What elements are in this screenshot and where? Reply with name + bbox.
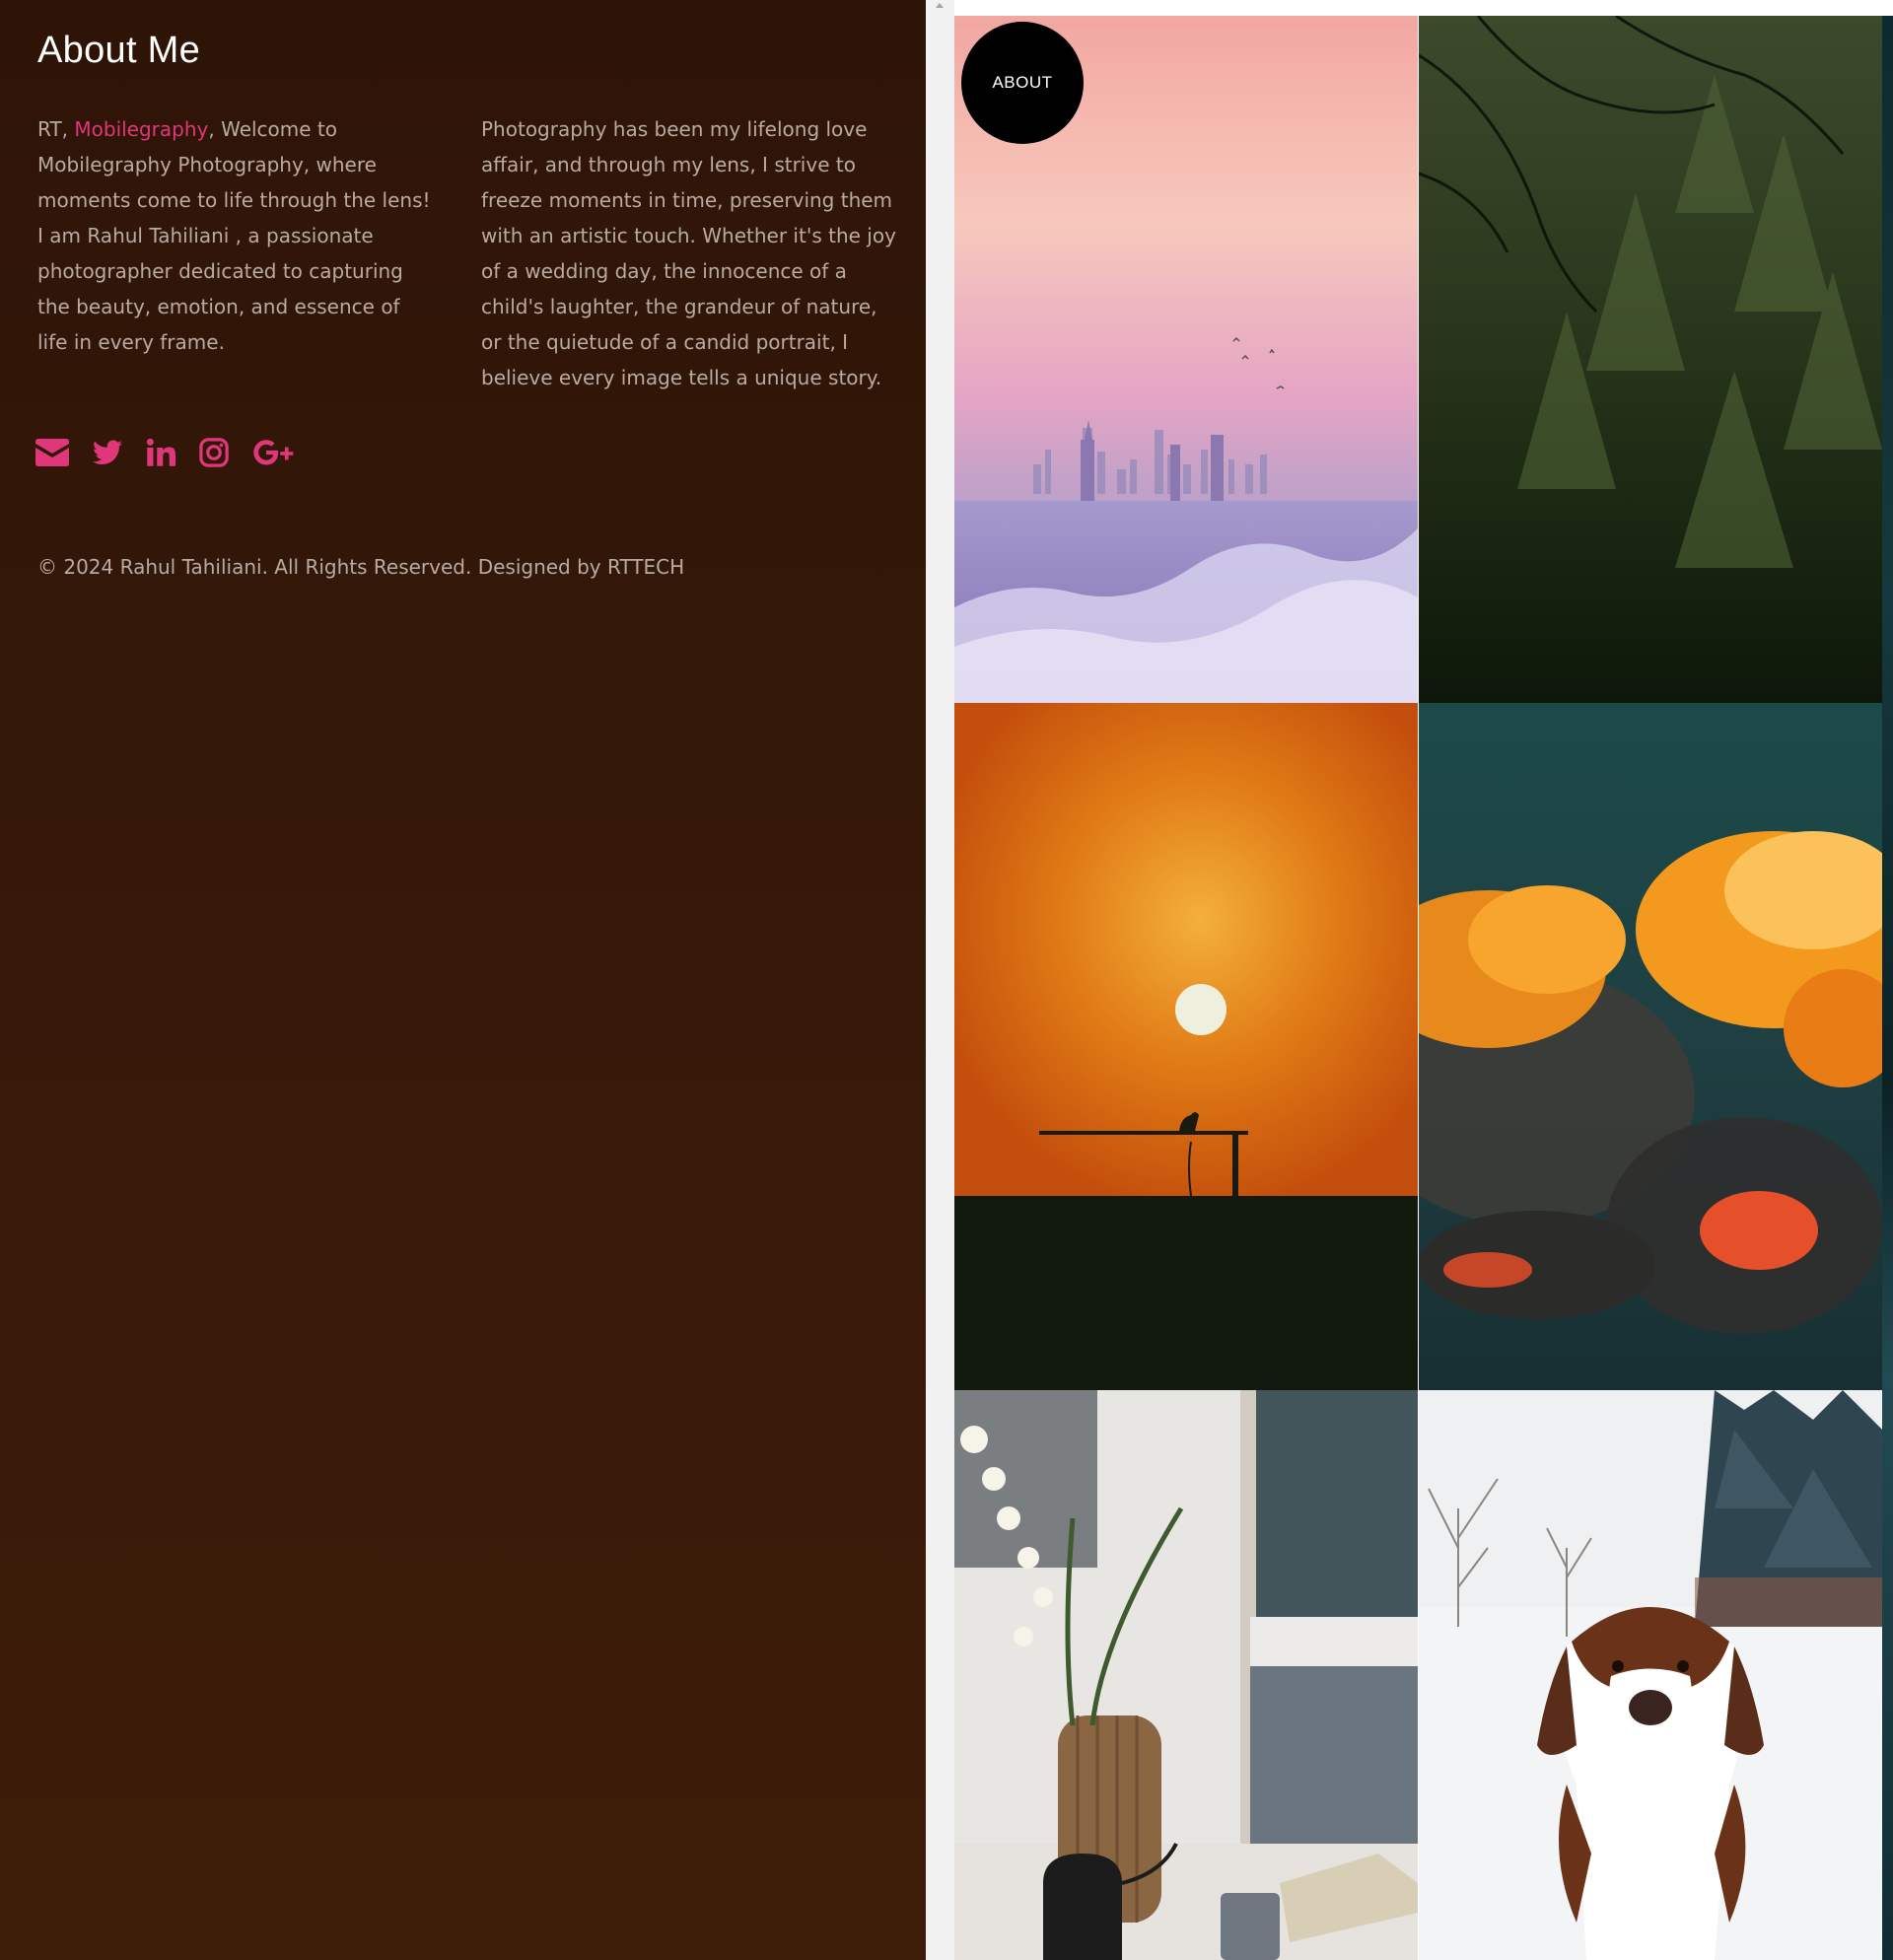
google-plus-link[interactable] [252,438,298,467]
gallery-photo-sunset-bird[interactable] [954,703,1418,1390]
about-intro-text: RT, Mobilegraphy, Welcome to Mobilegraph… [37,111,432,360]
gallery-photo-clouds[interactable] [1419,703,1882,1390]
mobilegraphy-link[interactable]: Mobilegraphy [74,117,208,141]
copyright-text: © 2024 Rahul Tahiliani. All Rights Reser… [37,555,685,579]
about-badge-button[interactable]: ABOUT [961,22,1084,144]
scroll-up-arrow-icon[interactable] [936,3,944,8]
google-plus-icon [253,440,294,465]
about-panel: About Me RT, Mobilegraphy, Welcome to Mo… [0,0,926,1960]
intro-body: , Welcome to Mobilegraphy Photography, w… [37,117,431,354]
linkedin-icon [146,438,175,466]
vase-interior-image [954,1390,1418,1960]
clouds-image [1419,703,1882,1390]
scrollbar[interactable] [926,0,954,1960]
social-links [35,438,298,467]
instagram-icon [199,438,229,467]
twitter-icon [93,440,122,464]
about-story-text: Photography has been my lifelong love af… [481,117,896,389]
envelope-icon [35,439,69,466]
gallery-photo-dog-snow[interactable] [1419,1390,1882,1960]
instagram-link[interactable] [199,438,229,467]
intro-prefix: RT, [37,117,75,141]
dog-snow-image [1419,1390,1882,1960]
email-link[interactable] [35,439,69,466]
forest-image [1419,16,1882,703]
about-title: About Me [37,30,201,71]
gallery-photo-vase-interior[interactable] [954,1390,1418,1960]
linkedin-link[interactable] [146,438,175,467]
sunset-bird-image [954,703,1418,1390]
twitter-link[interactable] [93,440,122,465]
gallery-next-column-edge [1882,16,1893,1960]
gallery-photo-forest[interactable] [1419,16,1882,703]
